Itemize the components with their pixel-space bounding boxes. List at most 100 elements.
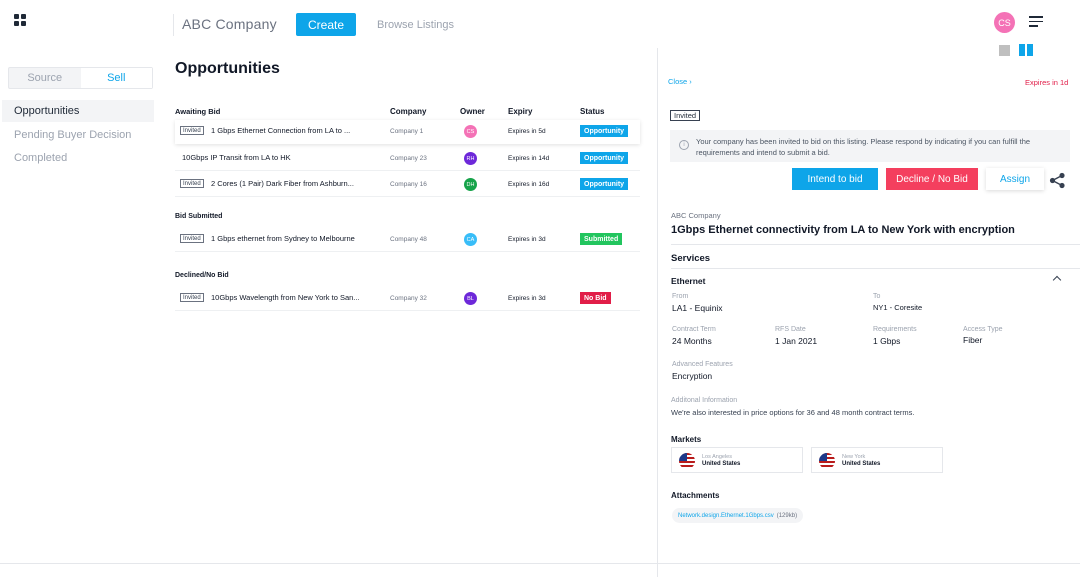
row-company: Company 23 [390, 155, 427, 162]
requirements-value: 1 Gbps [873, 336, 901, 346]
table-row[interactable]: Invited 1 Gbps Ethernet Connection from L… [175, 120, 640, 144]
listing-title: 10Gbps Wavelength from New York to San..… [211, 293, 360, 302]
status-badge: Opportunity [580, 178, 629, 190]
listing-title: 1 Gbps Ethernet Connection from LA to ..… [211, 126, 351, 135]
attachment-size: (129kb) [776, 512, 798, 519]
us-flag-icon [679, 453, 695, 469]
invitation-info-text: Your company has been invited to bid on … [696, 137, 1031, 157]
toggle-sell[interactable]: Sell [80, 68, 152, 88]
row-expiry: Expires in 5d [508, 128, 546, 135]
listing-company: ABC Company [671, 211, 721, 220]
access-type-label: Access Type [963, 326, 1003, 333]
apps-grid-icon[interactable] [14, 14, 26, 26]
column-status: Status [580, 107, 605, 116]
single-view-icon[interactable] [999, 45, 1010, 56]
access-type-value: Fiber [963, 335, 983, 345]
browse-listings-link[interactable]: Browse Listings [377, 19, 454, 31]
market-card: New York United States [811, 447, 943, 473]
additional-info-value: We're also interested in price options f… [671, 408, 915, 417]
header-divider [173, 14, 174, 36]
to-value: NY1 - Coresite [873, 303, 923, 312]
sidebar-item-opportunities[interactable]: Opportunities [2, 100, 154, 122]
to-label: To [873, 293, 881, 300]
invited-tag: Invited [670, 110, 701, 121]
from-label: From [672, 293, 689, 300]
row-expiry: Expires in 3d [508, 236, 546, 243]
column-expiry: Expiry [508, 107, 533, 116]
us-flag-icon [819, 453, 835, 469]
close-link[interactable]: Close › [668, 77, 692, 86]
row-company: Company 16 [390, 181, 427, 188]
market-country: United States [702, 461, 741, 467]
table-row[interactable]: Invited 1 Gbps ethernet from Sydney to Me… [175, 228, 640, 252]
listing-title: 10Gbps IP Transit from LA to HK [182, 153, 291, 162]
table-row[interactable]: Invited 10Gbps Wavelength from New York t… [175, 287, 640, 311]
additional-info-label: Additonal Information [671, 397, 738, 404]
toggle-source[interactable]: Source [9, 68, 81, 88]
sidebar-item-completed[interactable]: Completed [2, 147, 154, 169]
listing-title: 2 Cores (1 Pair) Dark Fiber from Ashburn… [211, 179, 354, 188]
user-avatar[interactable]: CS [994, 12, 1015, 33]
requirements-label: Requirements [873, 326, 917, 333]
top-bar: ABC Company Create Browse Listings CS [0, 0, 1080, 48]
table-row[interactable]: Invited 2 Cores (1 Pair) Dark Fiber from … [175, 173, 640, 197]
status-badge: No Bid [580, 292, 611, 304]
table-row[interactable]: 10Gbps IP Transit from LA to HK Company 2… [175, 147, 640, 171]
attachment-filename: Network.design.Ethernet.1Gbps.csv [678, 512, 774, 519]
rfs-date-label: RFS Date [775, 326, 806, 333]
owner-avatar: CS [464, 125, 477, 138]
company-name: ABC Company [182, 16, 277, 32]
section-declined: Declined/No Bid [175, 272, 229, 279]
owner-avatar: CA [464, 233, 477, 246]
create-button[interactable]: Create [296, 13, 356, 36]
attachment-chip[interactable]: Network.design.Ethernet.1Gbps.csv (129kb… [672, 508, 804, 523]
share-icon[interactable] [1049, 172, 1066, 189]
listing-title: 1 Gbps ethernet from Sydney to Melbourne [211, 234, 355, 243]
chevron-up-icon[interactable] [1052, 275, 1062, 285]
services-divider [671, 268, 1080, 269]
invited-badge: Invited [180, 126, 204, 135]
sidebar-item-pending-buyer-decision[interactable]: Pending Buyer Decision [2, 124, 154, 146]
invited-badge: Invited [180, 179, 204, 188]
intend-to-bid-button[interactable]: Intend to bid [792, 168, 878, 190]
hamburger-menu-icon[interactable] [1029, 16, 1043, 27]
market-city: New York [842, 454, 866, 460]
owner-avatar: DH [464, 178, 477, 191]
row-company: Company 32 [390, 295, 427, 302]
close-label: Close [668, 77, 688, 86]
contract-term-label: Contract Term [672, 326, 716, 333]
column-company: Company [390, 107, 427, 116]
expiry-notice: Expires in 1d [1025, 78, 1069, 87]
status-badge: Opportunity [580, 125, 629, 137]
decline-no-bid-button[interactable]: Decline / No Bid [886, 168, 978, 190]
contract-term-value: 24 Months [672, 336, 712, 346]
owner-avatar: RH [464, 152, 477, 165]
invited-badge: Invited [180, 293, 204, 302]
market-country: United States [842, 461, 881, 467]
title-divider [671, 244, 1080, 245]
advanced-features-value: Encryption [672, 371, 713, 381]
market-city: Los Angeles [702, 454, 732, 460]
row-company: Company 48 [390, 236, 427, 243]
panel-divider [657, 48, 658, 577]
status-badge: Opportunity [580, 152, 629, 164]
advanced-features-label: Advanced Features [672, 361, 733, 368]
page-title: Opportunities [175, 60, 280, 77]
assign-button[interactable]: Assign [986, 168, 1044, 190]
listing-title: 1Gbps Ethernet connectivity from LA to N… [671, 224, 1015, 236]
row-expiry: Expires in 14d [508, 155, 550, 162]
invited-badge: Invited [180, 234, 204, 243]
row-expiry: Expires in 16d [508, 181, 550, 188]
split-view-icon[interactable] [1019, 44, 1033, 56]
invitation-info-box: i Your company has been invited to bid o… [670, 130, 1070, 162]
row-expiry: Expires in 3d [508, 295, 546, 302]
markets-heading: Markets [671, 435, 702, 444]
section-awaiting-bid: Awaiting Bid [175, 107, 221, 116]
status-badge: Submitted [580, 233, 623, 245]
service-name: Ethernet [671, 276, 706, 286]
row-company: Company 1 [390, 128, 424, 135]
rfs-date-value: 1 Jan 2021 [775, 336, 818, 346]
bottom-divider [0, 563, 1080, 564]
source-sell-toggle: Source Sell [8, 67, 153, 89]
column-owner: Owner [460, 107, 485, 116]
